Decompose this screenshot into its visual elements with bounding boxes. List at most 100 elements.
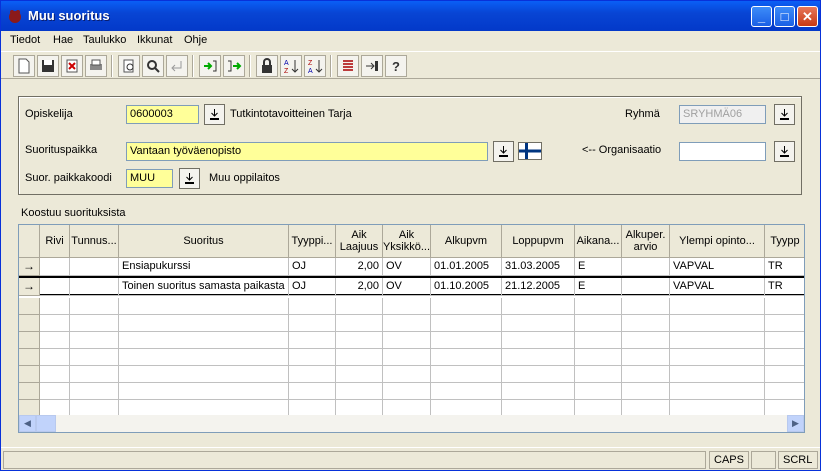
finnish-flag-icon[interactable]: [518, 142, 542, 160]
row-indicator[interactable]: [19, 349, 40, 366]
column-header-rivi[interactable]: Rivi: [40, 225, 70, 258]
cell-alkupvm[interactable]: 01.01.2005: [431, 258, 502, 276]
minimize-button[interactable]: _: [751, 6, 772, 27]
cell-tunnus[interactable]: [70, 258, 119, 276]
empty-cell[interactable]: [289, 383, 336, 400]
sort-ascending-icon[interactable]: AZ: [280, 55, 302, 77]
empty-cell[interactable]: [622, 366, 670, 383]
organisaatio-picker-button[interactable]: [774, 141, 795, 162]
empty-cell[interactable]: [502, 298, 575, 315]
empty-cell[interactable]: [383, 383, 431, 400]
empty-cell[interactable]: [431, 349, 502, 366]
empty-cell[interactable]: [502, 349, 575, 366]
empty-cell[interactable]: [431, 383, 502, 400]
scroll-thumb[interactable]: [36, 415, 56, 432]
empty-table-row[interactable]: [19, 383, 804, 401]
empty-cell[interactable]: [575, 366, 622, 383]
empty-cell[interactable]: [765, 349, 804, 366]
menu-tiedot[interactable]: Tiedot: [10, 34, 40, 46]
empty-table-row[interactable]: [19, 298, 804, 316]
menu-ohje[interactable]: Ohje: [184, 34, 207, 46]
empty-table-row[interactable]: [19, 366, 804, 384]
cell-tunnus[interactable]: [70, 278, 119, 296]
cell-arvio[interactable]: [622, 278, 670, 296]
empty-cell[interactable]: [431, 332, 502, 349]
menu-taulukko[interactable]: Taulukko: [83, 34, 126, 46]
row-indicator[interactable]: [19, 315, 40, 332]
empty-cell[interactable]: [670, 349, 765, 366]
cell-laajuus[interactable]: 2,00: [336, 258, 383, 276]
cell-arvio[interactable]: [622, 258, 670, 276]
empty-cell[interactable]: [670, 366, 765, 383]
empty-cell[interactable]: [575, 298, 622, 315]
empty-cell[interactable]: [383, 332, 431, 349]
empty-cell[interactable]: [765, 383, 804, 400]
empty-cell[interactable]: [765, 332, 804, 349]
empty-cell[interactable]: [70, 332, 119, 349]
search-icon[interactable]: [142, 55, 164, 77]
cell-rivi[interactable]: [40, 278, 70, 296]
suorituspaikka-picker-button[interactable]: [493, 141, 514, 162]
row-indicator[interactable]: [19, 383, 40, 400]
empty-cell[interactable]: [502, 332, 575, 349]
cell-loppupvm[interactable]: 31.03.2005: [502, 258, 575, 276]
cell-aikana[interactable]: E: [575, 258, 622, 276]
list-icon[interactable]: [337, 55, 359, 77]
column-header-tyypp[interactable]: Tyypp: [765, 225, 804, 258]
cell-aikana[interactable]: E: [575, 278, 622, 296]
exit-icon[interactable]: [361, 55, 383, 77]
cell-suoritus[interactable]: Ensiapukurssi: [119, 258, 289, 276]
cell-suoritus[interactable]: Toinen suoritus samasta paikasta: [119, 278, 289, 296]
empty-cell[interactable]: [119, 315, 289, 332]
lock-icon[interactable]: [256, 55, 278, 77]
empty-cell[interactable]: [622, 298, 670, 315]
cell-laajuus[interactable]: 2,00: [336, 278, 383, 296]
empty-cell[interactable]: [336, 383, 383, 400]
cell-tyypp[interactable]: TR: [765, 278, 804, 296]
empty-cell[interactable]: [575, 349, 622, 366]
empty-cell[interactable]: [70, 383, 119, 400]
empty-cell[interactable]: [119, 298, 289, 315]
empty-cell[interactable]: [289, 349, 336, 366]
empty-table-row[interactable]: [19, 315, 804, 333]
menu-ikkunat[interactable]: Ikkunat: [137, 34, 172, 46]
empty-cell[interactable]: [622, 349, 670, 366]
row-indicator[interactable]: [19, 298, 40, 315]
print-icon[interactable]: [85, 55, 107, 77]
empty-cell[interactable]: [765, 315, 804, 332]
empty-cell[interactable]: [383, 315, 431, 332]
empty-cell[interactable]: [40, 315, 70, 332]
empty-cell[interactable]: [670, 315, 765, 332]
empty-cell[interactable]: [40, 298, 70, 315]
cell-loppupvm[interactable]: 21.12.2005: [502, 278, 575, 296]
empty-cell[interactable]: [383, 298, 431, 315]
insert-row-icon[interactable]: [199, 55, 221, 77]
table-row-selected[interactable]: → Toinen suoritus samasta paikasta OJ 2,…: [19, 276, 804, 296]
empty-cell[interactable]: [289, 332, 336, 349]
empty-cell[interactable]: [575, 315, 622, 332]
empty-cell[interactable]: [431, 298, 502, 315]
help-icon[interactable]: ?: [385, 55, 407, 77]
scroll-right-icon[interactable]: ▶: [787, 415, 804, 432]
empty-cell[interactable]: [336, 298, 383, 315]
empty-cell[interactable]: [289, 298, 336, 315]
empty-cell[interactable]: [40, 366, 70, 383]
cell-yksikko[interactable]: OV: [383, 258, 431, 276]
cell-ylempi[interactable]: VAPVAL: [670, 258, 765, 276]
ryhma-picker-button[interactable]: [774, 104, 795, 125]
empty-cell[interactable]: [383, 349, 431, 366]
opiskelija-picker-button[interactable]: [204, 104, 225, 125]
empty-cell[interactable]: [119, 383, 289, 400]
column-header-loppupvm[interactable]: Loppupvm: [502, 225, 575, 258]
menu-hae[interactable]: Hae: [53, 34, 73, 46]
column-header-yksikko[interactable]: Aik Yksikkö...: [383, 225, 431, 258]
print-preview-icon[interactable]: [118, 55, 140, 77]
empty-cell[interactable]: [119, 332, 289, 349]
empty-cell[interactable]: [70, 298, 119, 315]
paikkakoodi-field[interactable]: MUU: [126, 169, 173, 188]
empty-table-row[interactable]: [19, 349, 804, 367]
opiskelija-field[interactable]: 0600003: [126, 105, 199, 124]
empty-cell[interactable]: [670, 332, 765, 349]
empty-cell[interactable]: [765, 366, 804, 383]
empty-cell[interactable]: [431, 315, 502, 332]
